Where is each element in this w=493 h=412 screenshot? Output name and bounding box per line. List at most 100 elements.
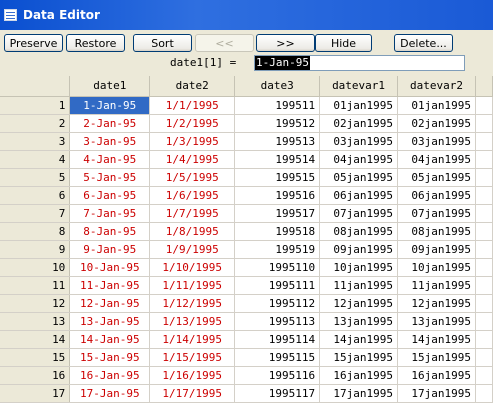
column-header-datevar1[interactable]: datevar1 [319, 76, 399, 97]
prev-column-button[interactable]: << [195, 34, 254, 52]
cell-datevar2[interactable]: 12jan1995 [397, 294, 476, 313]
cell-datevar1[interactable]: 03jan1995 [319, 132, 399, 151]
cell-datevar1[interactable]: 02jan1995 [319, 114, 399, 133]
corner-cell[interactable] [0, 76, 71, 97]
row-number[interactable]: 15 [0, 348, 71, 367]
cell-date2[interactable]: 1/11/1995 [149, 276, 236, 295]
cell-value-input[interactable]: 1-Jan-95 [254, 55, 465, 71]
cell-empty[interactable] [475, 150, 493, 169]
cell-date1[interactable]: 4-Jan-95 [69, 150, 151, 169]
cell-date3[interactable]: 199512 [234, 114, 321, 133]
row-number[interactable]: 16 [0, 366, 71, 385]
cell-date3[interactable]: 1995116 [234, 366, 321, 385]
cell-date2[interactable]: 1/3/1995 [149, 132, 236, 151]
cell-datevar2[interactable]: 14jan1995 [397, 330, 476, 349]
row-number[interactable]: 12 [0, 294, 71, 313]
cell-date1[interactable]: 15-Jan-95 [69, 348, 151, 367]
cell-date1[interactable]: 14-Jan-95 [69, 330, 151, 349]
cell-datevar2[interactable]: 11jan1995 [397, 276, 476, 295]
cell-date2[interactable]: 1/4/1995 [149, 150, 236, 169]
cell-datevar2[interactable]: 06jan1995 [397, 186, 476, 205]
cell-date3[interactable]: 1995114 [234, 330, 321, 349]
cell-datevar2[interactable]: 13jan1995 [397, 312, 476, 331]
cell-date1[interactable]: 9-Jan-95 [69, 240, 151, 259]
cell-datevar1[interactable]: 09jan1995 [319, 240, 399, 259]
cell-date2[interactable]: 1/9/1995 [149, 240, 236, 259]
cell-datevar1[interactable]: 01jan1995 [319, 96, 399, 115]
cell-datevar1[interactable]: 14jan1995 [319, 330, 399, 349]
cell-datevar2[interactable]: 04jan1995 [397, 150, 476, 169]
row-number[interactable]: 9 [0, 240, 71, 259]
cell-datevar1[interactable]: 08jan1995 [319, 222, 399, 241]
cell-empty[interactable] [475, 366, 493, 385]
cell-datevar2[interactable]: 03jan1995 [397, 132, 476, 151]
preserve-button[interactable]: Preserve [4, 34, 63, 52]
cell-empty[interactable] [475, 294, 493, 313]
cell-date3[interactable]: 1995113 [234, 312, 321, 331]
cell-datevar2[interactable]: 15jan1995 [397, 348, 476, 367]
cell-empty[interactable] [475, 330, 493, 349]
cell-date1[interactable]: 2-Jan-95 [69, 114, 151, 133]
cell-date2[interactable]: 1/1/1995 [149, 96, 236, 115]
cell-datevar1[interactable]: 15jan1995 [319, 348, 399, 367]
row-number[interactable]: 8 [0, 222, 71, 241]
row-number[interactable]: 7 [0, 204, 71, 223]
cell-datevar2[interactable]: 16jan1995 [397, 366, 476, 385]
cell-date3[interactable]: 199513 [234, 132, 321, 151]
sort-button[interactable]: Sort [133, 34, 192, 52]
row-number[interactable]: 11 [0, 276, 71, 295]
cell-datevar1[interactable]: 12jan1995 [319, 294, 399, 313]
cell-date2[interactable]: 1/8/1995 [149, 222, 236, 241]
row-number[interactable]: 13 [0, 312, 71, 331]
cell-datevar2[interactable]: 05jan1995 [397, 168, 476, 187]
cell-date2[interactable]: 1/5/1995 [149, 168, 236, 187]
cell-date3[interactable]: 199511 [234, 96, 321, 115]
row-number[interactable]: 17 [0, 384, 71, 403]
cell-datevar2[interactable]: 08jan1995 [397, 222, 476, 241]
cell-date1[interactable]: 13-Jan-95 [69, 312, 151, 331]
cell-date1[interactable]: 7-Jan-95 [69, 204, 151, 223]
cell-date1[interactable]: 5-Jan-95 [69, 168, 151, 187]
cell-datevar2[interactable]: 10jan1995 [397, 258, 476, 277]
restore-button[interactable]: Restore [66, 34, 125, 52]
cell-date3[interactable]: 199519 [234, 240, 321, 259]
cell-date2[interactable]: 1/16/1995 [149, 366, 236, 385]
cell-empty[interactable] [475, 222, 493, 241]
cell-datevar1[interactable]: 11jan1995 [319, 276, 399, 295]
cell-date3[interactable]: 199515 [234, 168, 321, 187]
cell-date2[interactable]: 1/13/1995 [149, 312, 236, 331]
cell-date1[interactable]: 17-Jan-95 [69, 384, 151, 403]
cell-date2[interactable]: 1/15/1995 [149, 348, 236, 367]
cell-date1[interactable]: 16-Jan-95 [69, 366, 151, 385]
next-column-button[interactable]: >> [256, 34, 315, 52]
cell-empty[interactable] [475, 348, 493, 367]
cell-empty[interactable] [475, 186, 493, 205]
row-number[interactable]: 10 [0, 258, 71, 277]
cell-empty[interactable] [475, 258, 493, 277]
cell-date3[interactable]: 199514 [234, 150, 321, 169]
cell-date2[interactable]: 1/10/1995 [149, 258, 236, 277]
column-header-date1[interactable]: date1 [69, 76, 151, 97]
cell-empty[interactable] [475, 312, 493, 331]
cell-empty[interactable] [475, 168, 493, 187]
cell-date3[interactable]: 1995115 [234, 348, 321, 367]
cell-datevar2[interactable]: 01jan1995 [397, 96, 476, 115]
cell-datevar2[interactable]: 02jan1995 [397, 114, 476, 133]
cell-date1[interactable]: 10-Jan-95 [69, 258, 151, 277]
cell-datevar1[interactable]: 16jan1995 [319, 366, 399, 385]
row-number[interactable]: 4 [0, 150, 71, 169]
cell-date2[interactable]: 1/7/1995 [149, 204, 236, 223]
row-number[interactable]: 2 [0, 114, 71, 133]
cell-date2[interactable]: 1/6/1995 [149, 186, 236, 205]
cell-date1[interactable]: 12-Jan-95 [69, 294, 151, 313]
cell-date3[interactable]: 1995111 [234, 276, 321, 295]
column-header-date3[interactable]: date3 [234, 76, 321, 97]
cell-date1[interactable]: 11-Jan-95 [69, 276, 151, 295]
cell-datevar2[interactable]: 17jan1995 [397, 384, 476, 403]
row-number[interactable]: 14 [0, 330, 71, 349]
cell-date3[interactable]: 199518 [234, 222, 321, 241]
row-number[interactable]: 5 [0, 168, 71, 187]
hide-button[interactable]: Hide [315, 34, 372, 52]
cell-date2[interactable]: 1/14/1995 [149, 330, 236, 349]
delete-button[interactable]: Delete... [394, 34, 453, 52]
